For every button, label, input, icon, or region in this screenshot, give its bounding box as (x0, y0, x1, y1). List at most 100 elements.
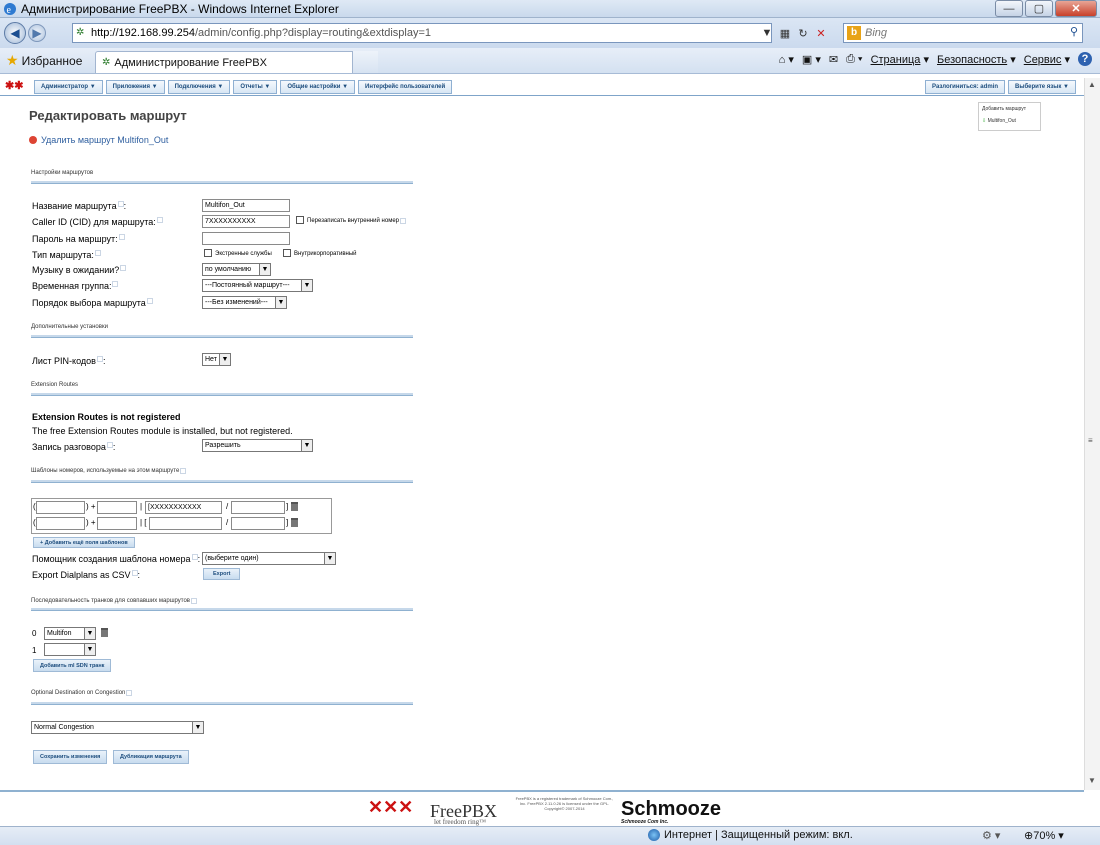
new-tab-button[interactable] (352, 51, 378, 73)
intracompany-label: Внутрикорпоративный (294, 251, 357, 257)
emergency-checkbox[interactable] (204, 249, 212, 257)
menu-admin[interactable]: Администратор ▼ (34, 79, 103, 94)
help-icon[interactable] (400, 218, 406, 224)
schmooze-logo[interactable]: Schmooze Schmooze Com Inc. (621, 798, 721, 825)
pattern-prepend-input[interactable] (36, 517, 85, 530)
congestion-select-value: Normal Congestion (34, 724, 94, 731)
vertical-scrollbar[interactable]: ▲ ≡ ▼ (1084, 78, 1100, 790)
help-icon[interactable] (112, 281, 119, 287)
intracompany-checkbox[interactable] (283, 249, 291, 257)
pin-list-select[interactable]: Нет ▼ (202, 353, 231, 366)
forward-button[interactable]: ▶ (28, 24, 46, 42)
help-icon[interactable] (126, 690, 133, 696)
route-status-icon: ⇩ (982, 118, 987, 124)
maximize-button[interactable]: ▢ (1025, 0, 1053, 17)
menu-reports[interactable]: Отчеты ▼ (233, 79, 278, 94)
search-go-icon[interactable]: ⚲ (1070, 25, 1078, 38)
window-title-bar: e Администрирование FreePBX - Windows In… (0, 0, 1100, 18)
status-bar: Интернет | Защищенный режим: вкл. ⚙ ▾ ⊕7… (0, 826, 1100, 845)
help-icon[interactable] (190, 598, 197, 604)
url-dropdown-icon[interactable]: ▼ (758, 23, 776, 43)
sidebar-item-multifon[interactable]: ⇩ Multifon_Out (982, 118, 1037, 124)
add-route-link[interactable]: Добавить маршрут (982, 106, 1037, 112)
help-icon[interactable] (94, 250, 101, 256)
help-icon[interactable] (96, 356, 103, 362)
route-name-label: Название маршрута: (32, 201, 127, 211)
scroll-up-icon[interactable]: ▲ (1088, 80, 1096, 89)
refresh-icon[interactable]: ↻ (794, 23, 812, 43)
route-order-select[interactable]: ---Без изменений--- ▼ (202, 296, 287, 309)
close-button[interactable]: ✕ (1055, 0, 1097, 17)
help-icon[interactable] (191, 554, 198, 560)
search-input[interactable]: b Bing ⚲ (843, 23, 1083, 43)
call-recording-select[interactable]: Разрешить ▼ (202, 439, 313, 452)
minimize-button[interactable]: — (995, 0, 1023, 17)
page-menu[interactable]: Страница ▾ (871, 53, 929, 66)
tab-freepbx[interactable]: ✲ Администрирование FreePBX (95, 51, 378, 73)
menu-user-panel[interactable]: Интерфейс пользователей (358, 79, 453, 94)
trunk-select[interactable]: ▼ (44, 643, 96, 656)
help-icon[interactable]: ? (1078, 52, 1092, 66)
language-select[interactable]: Выберите язык ▼ (1007, 80, 1076, 94)
cid-input[interactable]: 7XXXXXXXXXX (202, 215, 290, 228)
url-input[interactable]: ✲ http://192.168.99.254/admin/config.php… (72, 23, 772, 43)
duplicate-route-button[interactable]: Дубликация маршрута (113, 750, 189, 764)
export-button[interactable]: Export (203, 568, 241, 580)
help-icon[interactable] (120, 265, 127, 271)
pattern-match-input[interactable]: [XXXXXXXXXXX (145, 501, 222, 514)
pattern-cid-input[interactable] (231, 517, 285, 530)
freepbx-footer-logo[interactable]: ✕✕✕ FreePBX let freedom ring™ (368, 796, 508, 826)
menu-applications[interactable]: Приложения ▼ (105, 79, 165, 94)
print-icon[interactable]: ⎙ ▾ (846, 53, 862, 66)
pattern-match-input[interactable] (149, 517, 222, 530)
zoom-level[interactable]: ⊕70% ▾ (1024, 829, 1064, 842)
help-icon[interactable] (118, 234, 125, 240)
favorites-button[interactable]: Избранное (22, 54, 83, 68)
delete-route-link[interactable]: Удалить маршрут Multifon_Out (29, 135, 168, 145)
add-trunk-button[interactable]: Добавить ml SDN транк (33, 659, 112, 672)
tools-menu[interactable]: Сервис ▾ (1024, 53, 1070, 66)
stop-icon[interactable]: ✕ (812, 23, 830, 43)
help-icon[interactable] (146, 298, 153, 304)
pattern-prepend-input[interactable] (36, 501, 85, 514)
menu-settings[interactable]: Общие настройки ▼ (280, 79, 356, 94)
mail-icon[interactable]: ✉ (829, 53, 838, 66)
search-placeholder: Bing (865, 27, 888, 39)
help-icon[interactable] (117, 201, 124, 207)
logout-button[interactable]: Разлогиниться: admin (925, 80, 1005, 94)
congestion-destination-select[interactable]: Normal Congestion ▼ (31, 721, 204, 734)
time-group-select[interactable]: ---Постоянный маршрут--- ▼ (202, 279, 313, 292)
back-arrow-icon: ◀ (10, 26, 20, 40)
help-icon[interactable] (131, 570, 138, 576)
schmooze-name: Schmooze (621, 798, 722, 820)
safety-menu[interactable]: Безопасность ▾ (937, 53, 1016, 66)
pattern-prefix-input[interactable] (97, 517, 137, 530)
trash-icon[interactable] (291, 518, 298, 527)
help-icon[interactable] (180, 468, 187, 474)
home-icon[interactable]: ⌂ ▾ (779, 53, 794, 66)
feeds-icon[interactable]: ▣ ▾ (802, 53, 821, 66)
help-icon[interactable] (106, 442, 113, 448)
section-congestion: Optional Destination on Congestion (31, 690, 133, 696)
pattern-cid-input[interactable] (231, 501, 285, 514)
menu-connectivity[interactable]: Подключения ▼ (167, 79, 231, 94)
compat-view-icon[interactable]: ▦ (776, 23, 794, 43)
scroll-down-icon[interactable]: ▼ (1088, 776, 1096, 785)
protected-mode-icon[interactable]: ⚙ ▾ (982, 829, 1000, 842)
save-changes-button[interactable]: Сохранить изменения (33, 750, 108, 764)
security-zone[interactable]: Интернет | Защищенный режим: вкл. (648, 829, 853, 841)
trunk-select[interactable]: Multifon ▼ (44, 627, 96, 640)
freepbx-logo-icon[interactable]: ✱✱ (5, 79, 31, 95)
override-extension-checkbox[interactable] (296, 216, 304, 224)
trash-icon[interactable] (291, 502, 298, 511)
route-name-input[interactable]: Multifon_Out (202, 199, 290, 212)
back-button[interactable]: ◀ (4, 22, 26, 44)
pattern-wizard-select[interactable]: (выберите один) ▼ (202, 552, 336, 565)
add-pattern-button[interactable]: + Добавить ещё поля шаблонов (33, 537, 135, 548)
help-icon[interactable] (156, 217, 163, 223)
pattern-prefix-input[interactable] (97, 501, 137, 514)
trash-icon[interactable] (101, 628, 108, 637)
moh-select[interactable]: по умолчанию ▼ (202, 263, 271, 276)
scroll-grip-icon[interactable]: ≡ (1088, 436, 1093, 445)
route-password-input[interactable] (202, 232, 290, 245)
